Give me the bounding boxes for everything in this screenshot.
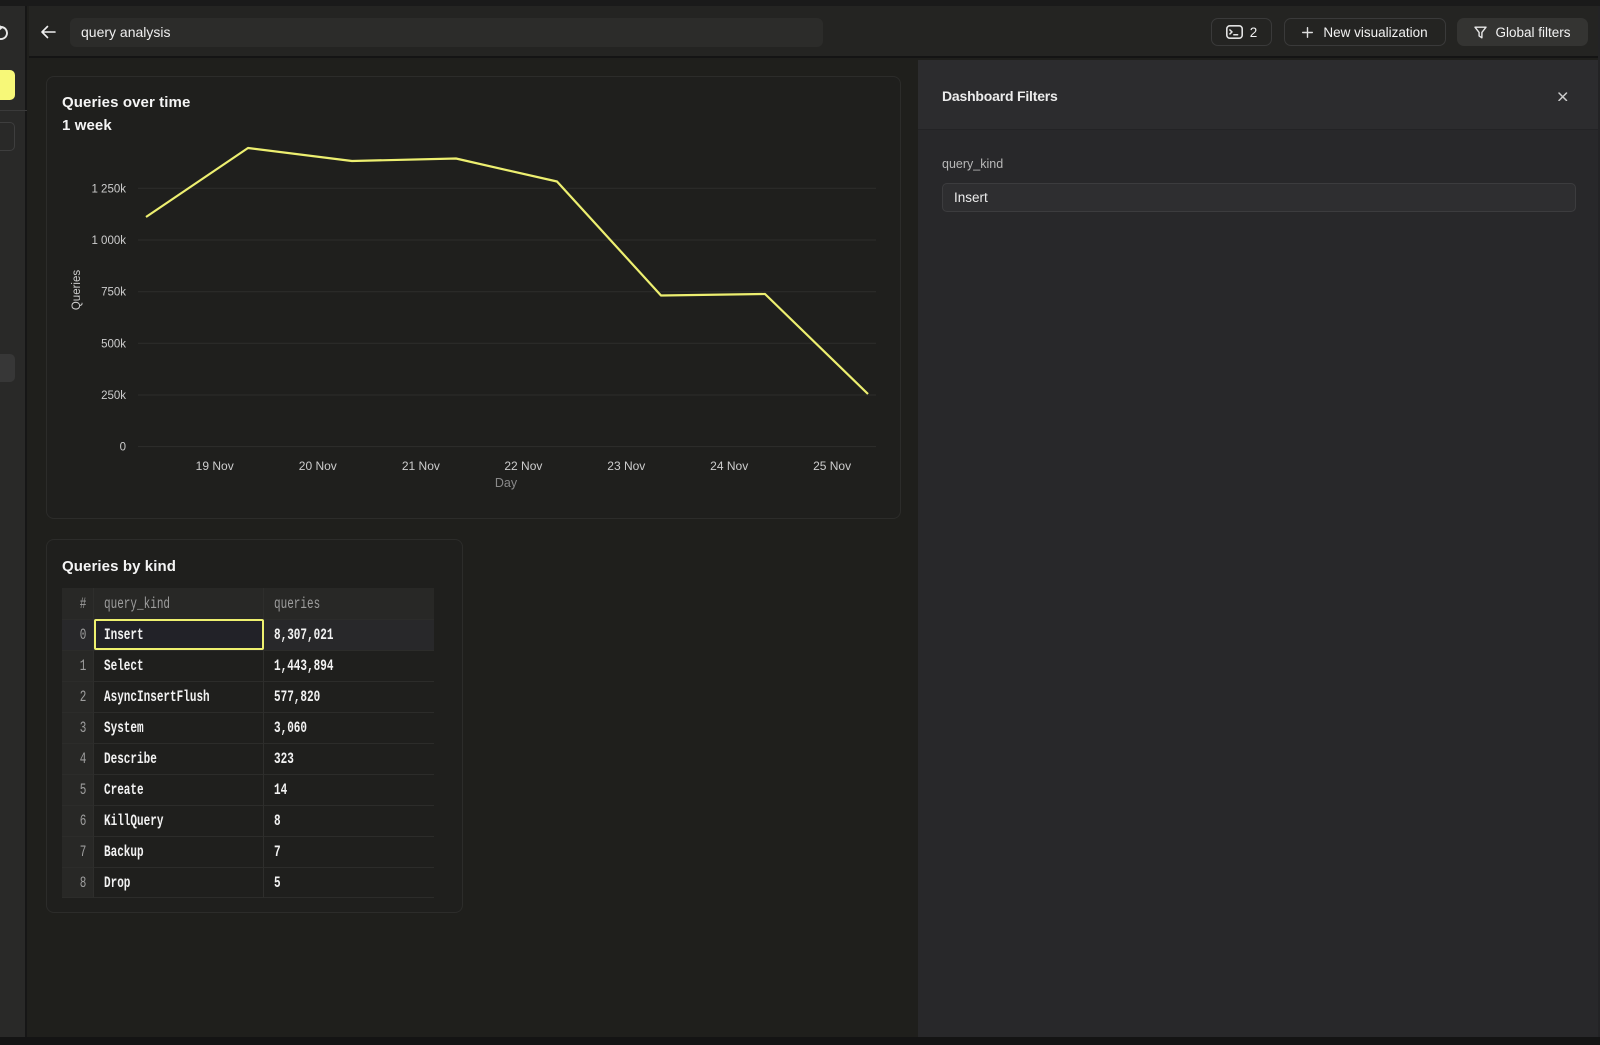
svg-text:Day: Day [495,476,518,490]
svg-text:500k: 500k [101,338,126,350]
svg-text:19 Nov: 19 Nov [196,459,234,473]
svg-text:23 Nov: 23 Nov [607,459,645,473]
svg-text:Queries: Queries [71,270,83,311]
svg-text:25 Nov: 25 Nov [813,459,851,473]
svg-text:1 250k: 1 250k [91,183,126,195]
svg-text:21 Nov: 21 Nov [402,459,440,473]
svg-text:20 Nov: 20 Nov [299,459,337,473]
svg-text:22 Nov: 22 Nov [504,459,542,473]
svg-text:750k: 750k [101,287,126,299]
svg-text:250k: 250k [101,390,126,402]
svg-text:1 000k: 1 000k [91,235,126,247]
svg-text:24 Nov: 24 Nov [710,459,748,473]
svg-text:0: 0 [120,442,126,454]
